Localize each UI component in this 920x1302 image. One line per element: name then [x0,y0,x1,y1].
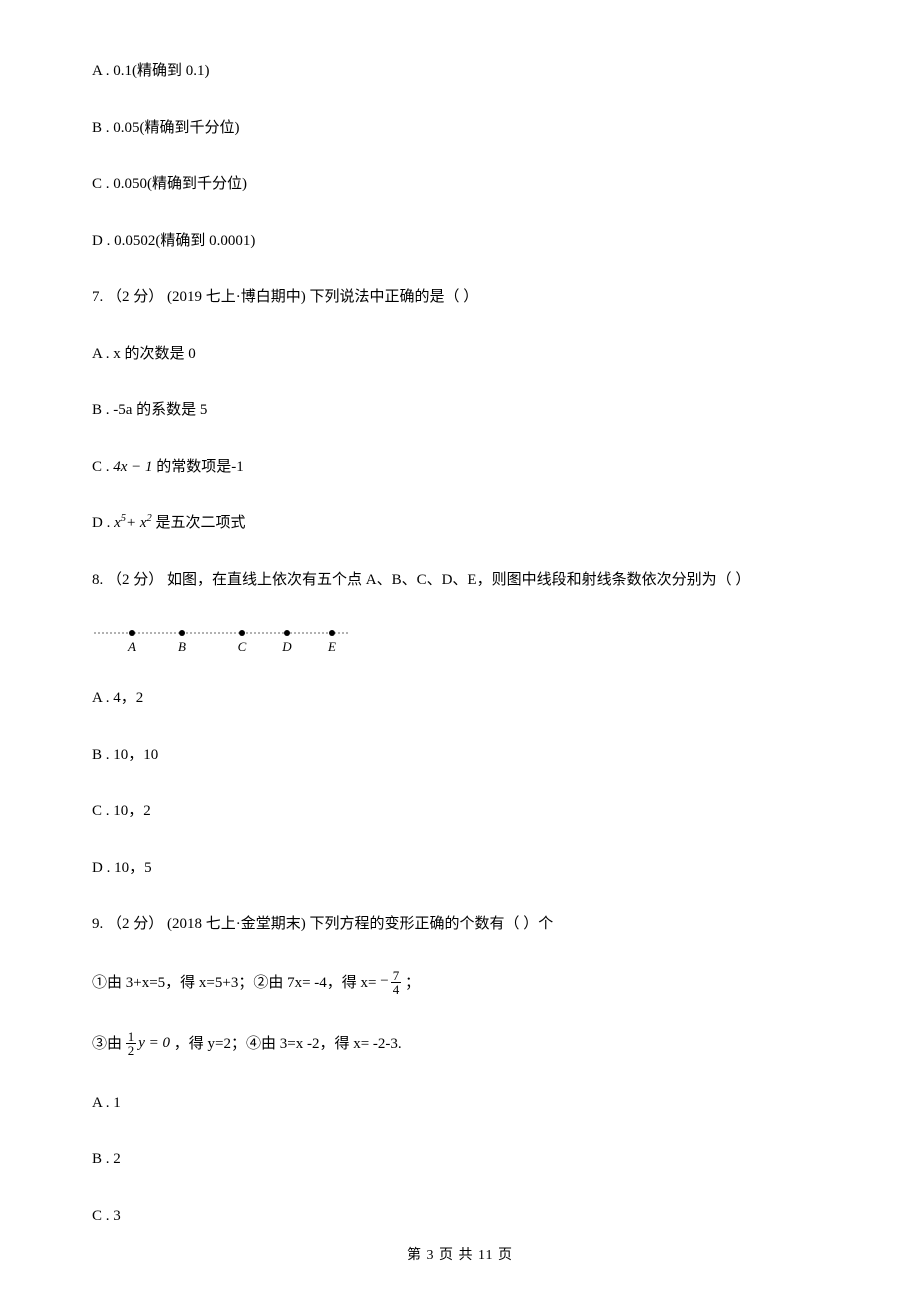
frac2-den: 2 [126,1044,137,1057]
q9-choice-c: C . 3 [92,1205,828,1228]
q7-choice-b-text: B . -5a 的系数是 5 [92,402,207,418]
q6-choice-a-text: A . 0.1(精确到 0.1) [92,63,210,79]
q9-choice-b: B . 2 [92,1148,828,1171]
q7-choice-a: A . x 的次数是 0 [92,343,828,366]
q8-choice-b-text: B . 10，10 [92,747,158,763]
q9-line2: ③由 12y = 0 ，得 y=2；④由 3=x -2，得 x= -2-3. [92,1031,828,1058]
frac-den: 4 [391,983,402,996]
diagram-label-a: A [127,639,136,654]
q8-choice-a: A . 4，2 [92,687,828,710]
q9-choice-c-text: C . 3 [92,1208,121,1224]
diagram-label-b: B [178,639,186,654]
q8-stem: 8. （2 分） 如图，在直线上依次有五个点 A、B、C、D、E，则图中线段和射… [92,569,828,592]
fraction-neg-7-4: 74 [391,969,402,996]
q9-line2-mid: y = 0 [138,1035,170,1051]
q6-choice-c: C . 0.050(精确到千分位) [92,173,828,196]
q9-line1-pre: ①由 3+x=5，得 x=5+3；②由 7x= -4，得 x= [92,974,377,990]
q7-choice-d-post: 是五次二项式 [152,515,246,531]
q8-diagram: A B C D E [92,625,828,659]
q9-choice-a-text: A . 1 [92,1095,121,1111]
q6-choice-d-text: D . 0.0502(精确到 0.0001) [92,233,255,249]
q8-choice-b: B . 10，10 [92,744,828,767]
q9-choice-a: A . 1 [92,1092,828,1115]
q7-stem: 7. （2 分） (2019 七上·博白期中) 下列说法中正确的是（ ） [92,286,828,309]
page-footer: 第 3 页 共 11 页 [0,1245,920,1266]
q7-choice-a-text: A . x 的次数是 0 [92,346,196,362]
fraction-1-2: 12 [126,1030,137,1057]
diagram-label-c: C [238,639,247,654]
q8-choice-c: C . 10，2 [92,800,828,823]
q8-choice-d-text: D . 10，5 [92,860,152,876]
q9-line2-pre: ③由 [92,1035,126,1051]
diagram-label-e: E [327,639,336,654]
q7-choice-d-pre: D . [92,515,114,531]
q9-stem-text: 9. （2 分） (2018 七上·金堂期末) 下列方程的变形正确的个数有（ ）… [92,916,553,932]
q6-choice-d: D . 0.0502(精确到 0.0001) [92,230,828,253]
q8-choice-c-text: C . 10，2 [92,803,151,819]
document-page: A . 0.1(精确到 0.1) B . 0.05(精确到千分位) C . 0.… [0,0,920,1302]
q7-choice-c: C . 4x − 1 的常数项是-1 [92,456,828,479]
q7-choice-b: B . -5a 的系数是 5 [92,399,828,422]
q9-line1-post: ； [405,974,420,990]
q7-choice-d-expr: x5+ x2 [114,515,152,531]
q6-choice-b: B . 0.05(精确到千分位) [92,117,828,140]
page-number: 第 3 页 共 11 页 [407,1248,513,1263]
exp-5: 5 [121,513,126,524]
q6-choice-c-text: C . 0.050(精确到千分位) [92,176,247,192]
q8-stem-text: 8. （2 分） 如图，在直线上依次有五个点 A、B、C、D、E，则图中线段和射… [92,572,750,588]
q7-choice-c-post: 的常数项是-1 [153,459,244,475]
q9-stem: 9. （2 分） (2018 七上·金堂期末) 下列方程的变形正确的个数有（ ）… [92,913,828,936]
frac-num: 7 [391,969,402,983]
diagram-label-d: D [281,639,292,654]
minus-sign-icon: − [380,973,388,989]
q7-choice-c-pre: C . [92,459,113,475]
q9-line2-post: ，得 y=2；④由 3=x -2，得 x= -2-3. [170,1035,402,1051]
q9-choice-b-text: B . 2 [92,1151,121,1167]
frac2-num: 1 [126,1030,137,1044]
line-points-diagram: A B C D E [92,625,352,659]
q8-choice-d: D . 10，5 [92,857,828,880]
q7-stem-text: 7. （2 分） (2019 七上·博白期中) 下列说法中正确的是（ ） [92,289,478,305]
q6-choice-b-text: B . 0.05(精确到千分位) [92,120,240,136]
q8-choice-a-text: A . 4，2 [92,690,143,706]
q6-choice-a: A . 0.1(精确到 0.1) [92,60,828,83]
q9-line1: ①由 3+x=5，得 x=5+3；②由 7x= -4，得 x= −74 ； [92,970,828,997]
q7-choice-c-expr: 4x − 1 [113,459,152,475]
q7-choice-d: D . x5+ x2 是五次二项式 [92,512,828,535]
